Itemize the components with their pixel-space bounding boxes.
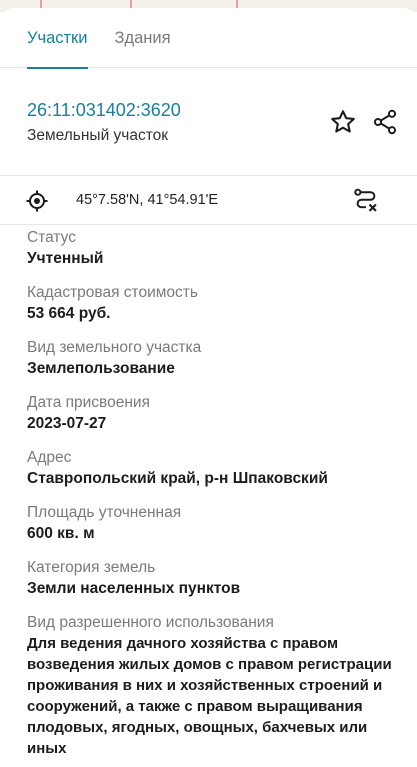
field-label: Кадастровая стоимость bbox=[27, 284, 198, 301]
field-address: Адрес Ставропольский край, р-н Шпаковски… bbox=[27, 448, 397, 490]
favorite-button[interactable] bbox=[329, 108, 357, 136]
field-parcel-kind: Вид земельного участка Землепользование bbox=[27, 338, 397, 380]
field-status: Статус Учтенный bbox=[27, 228, 397, 270]
coordinates-bar: 45°7.58'N, 41°54.91'E bbox=[0, 177, 417, 225]
tab-bar: Участки Здания bbox=[0, 8, 417, 69]
tab-parcels[interactable]: Участки bbox=[27, 8, 88, 69]
field-value: Землепользование bbox=[27, 360, 175, 377]
cadastral-number[interactable]: 26:11:031402:3620 bbox=[27, 100, 181, 121]
tab-buildings[interactable]: Здания bbox=[115, 8, 171, 68]
share-icon bbox=[373, 109, 397, 135]
details-list: Статус Учтенный Кадастровая стоимость 53… bbox=[27, 228, 397, 759]
star-outline-icon bbox=[331, 110, 355, 133]
parcel-header: 26:11:031402:3620 Земельный участок bbox=[0, 68, 417, 176]
field-area: Площадь уточненная 600 кв. м bbox=[27, 503, 397, 545]
route-clear-icon bbox=[354, 188, 377, 212]
locate-button[interactable] bbox=[25, 189, 49, 213]
field-land-category: Категория земель Земли населенных пункто… bbox=[27, 558, 397, 600]
field-label: Категория земель bbox=[27, 559, 156, 576]
route-button[interactable] bbox=[352, 187, 380, 215]
field-value: Ставропольский край, р-н Шпаковский bbox=[27, 470, 328, 487]
field-value: 53 664 руб. bbox=[27, 305, 111, 322]
coordinates-text[interactable]: 45°7.58'N, 41°54.91'E bbox=[76, 192, 218, 208]
field-label: Статус bbox=[27, 229, 76, 246]
field-label: Дата присвоения bbox=[27, 394, 150, 411]
crosshair-icon bbox=[26, 190, 48, 212]
field-value: Земли населенных пунктов bbox=[27, 580, 241, 597]
field-assignment-date: Дата присвоения 2023-07-27 bbox=[27, 393, 397, 435]
field-label: Вид разрешенного использования bbox=[27, 614, 274, 631]
field-cadastral-value: Кадастровая стоимость 53 664 руб. bbox=[27, 283, 397, 325]
field-label: Вид земельного участка bbox=[27, 339, 202, 356]
field-value: 2023-07-27 bbox=[27, 415, 107, 432]
field-value: Учтенный bbox=[27, 250, 104, 267]
parcel-type: Земельный участок bbox=[27, 127, 169, 144]
field-value: Для ведения дачного хозяйства с правом в… bbox=[27, 635, 392, 757]
field-permitted-use: Вид разрешенного использования Для веден… bbox=[27, 613, 397, 759]
share-button[interactable] bbox=[371, 108, 399, 136]
field-label: Площадь уточненная bbox=[27, 504, 182, 521]
field-label: Адрес bbox=[27, 449, 72, 466]
field-value: 600 кв. м bbox=[27, 525, 95, 542]
